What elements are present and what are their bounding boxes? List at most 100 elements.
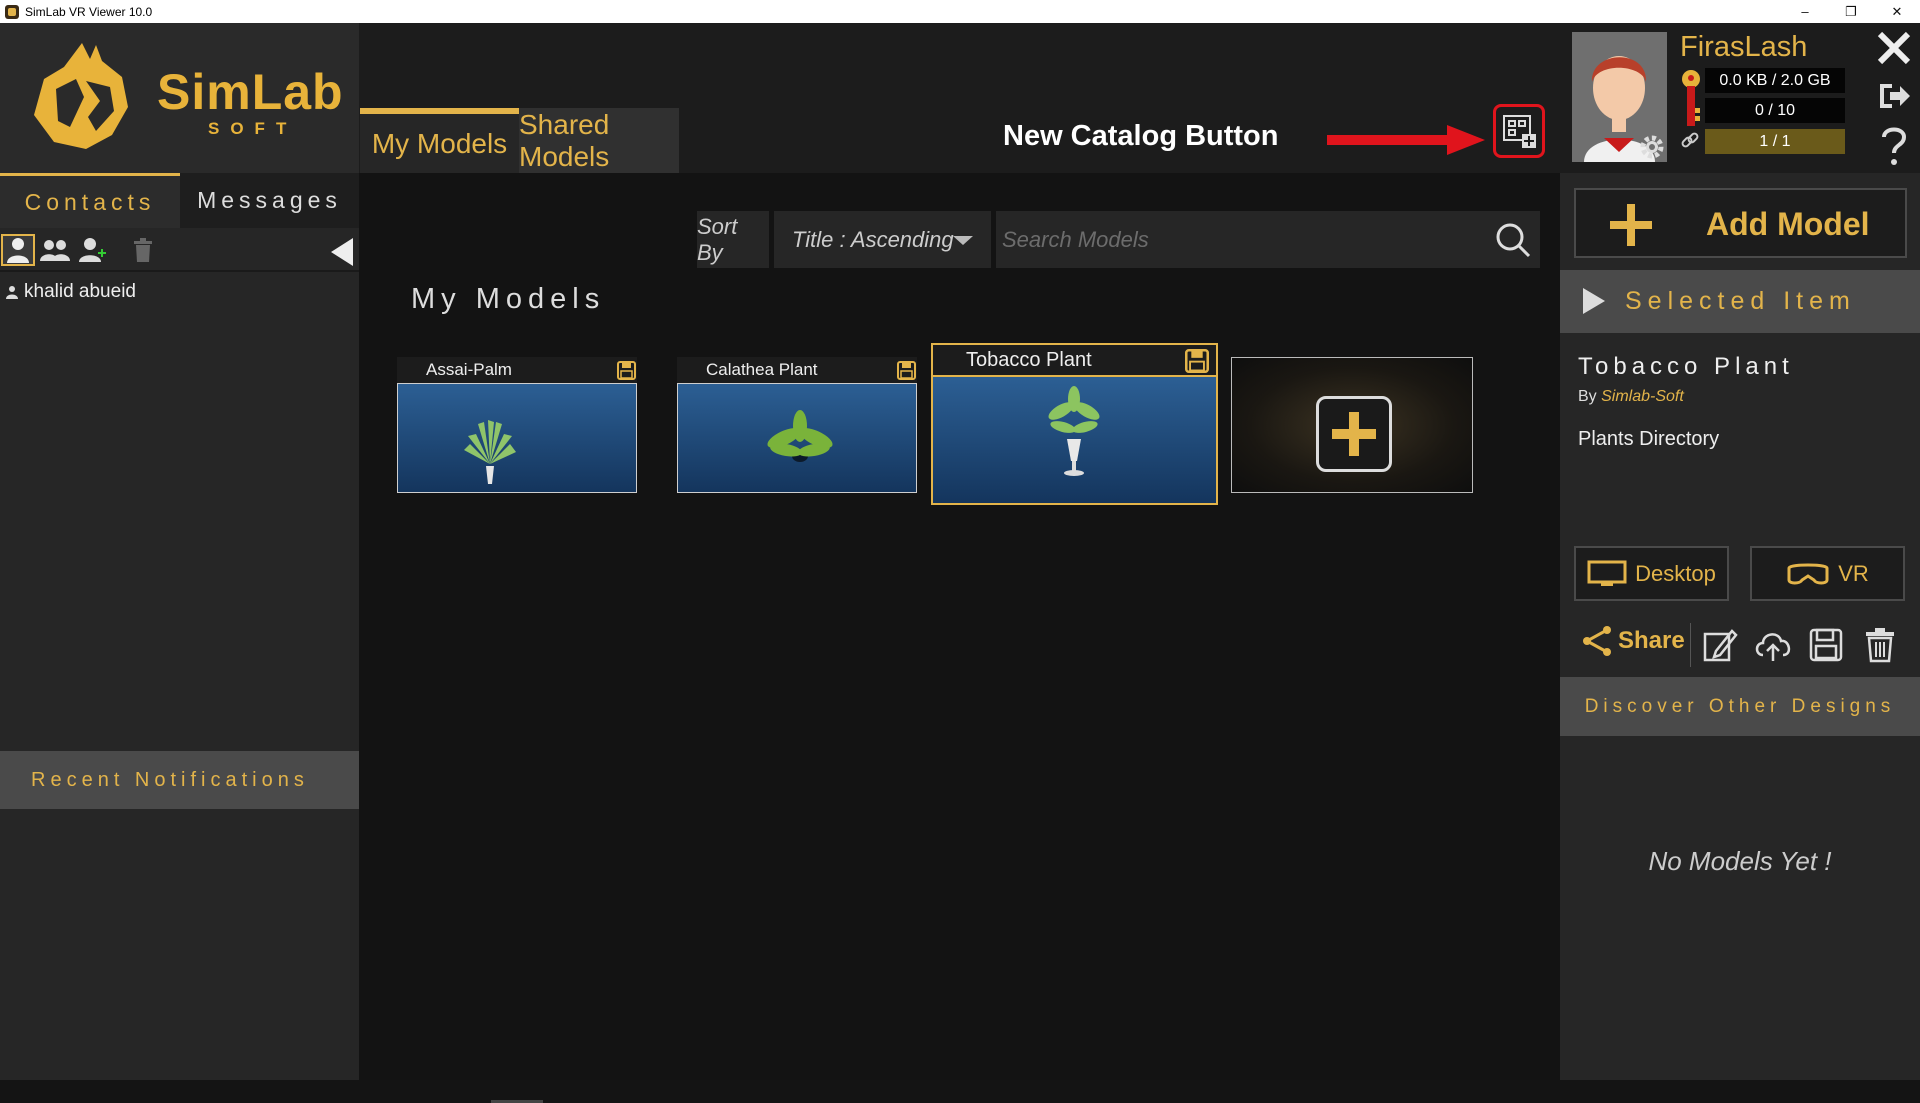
- vr-button[interactable]: VR: [1750, 546, 1905, 601]
- link-icon: [1681, 132, 1699, 148]
- share-icon: [1583, 626, 1611, 656]
- new-catalog-icon: [1503, 115, 1536, 148]
- window-titlebar: SimLab VR Viewer 10.0 – ❐ ✕: [0, 0, 1920, 23]
- selected-item-directory: Plants Directory: [1578, 428, 1720, 450]
- trash-icon: [1866, 628, 1894, 663]
- model-card-title: Assai-Palm: [397, 357, 637, 383]
- group-icon: [40, 240, 70, 261]
- new-catalog-button[interactable]: [1493, 104, 1545, 158]
- add-model-button[interactable]: Add Model: [1574, 188, 1907, 258]
- delete-contact-button[interactable]: [126, 234, 160, 266]
- simlab-logo: SimLab SOFT: [0, 23, 359, 173]
- model-card-title: Tobacco Plant: [931, 343, 1218, 375]
- restore-button[interactable]: ❐: [1828, 0, 1874, 23]
- add-contact-button[interactable]: [76, 234, 110, 266]
- model-thumbnail: [677, 383, 917, 493]
- logout-button[interactable]: [1867, 73, 1920, 119]
- model-thumbnail: [931, 375, 1218, 505]
- edit-icon: [1703, 629, 1738, 662]
- model-card[interactable]: Calathea Plant: [677, 357, 917, 493]
- selected-item-header[interactable]: Selected Item: [1560, 270, 1920, 333]
- single-user-button[interactable]: [1, 234, 35, 266]
- tab-contacts[interactable]: Contacts: [0, 173, 180, 228]
- share-label: Share: [1618, 627, 1685, 654]
- save-button[interactable]: [1806, 625, 1846, 665]
- close-icon: [1877, 31, 1910, 65]
- vr-headset-icon: [1787, 563, 1829, 584]
- tab-shared-models[interactable]: Shared Models: [519, 108, 679, 173]
- item-actions-bar: Share: [1560, 613, 1920, 673]
- annotation-label: New Catalog Button: [1003, 120, 1279, 152]
- sort-dropdown[interactable]: Title : Ascending: [774, 211, 991, 268]
- model-card-selected[interactable]: Tobacco Plant: [931, 343, 1218, 505]
- desktop-label: Desktop: [1635, 560, 1716, 586]
- chevron-down-icon: [953, 236, 973, 245]
- actions-divider: [1690, 623, 1691, 667]
- contacts-toolbar: [0, 228, 359, 272]
- model-card[interactable]: Assai-Palm: [397, 357, 637, 493]
- recent-notifications-header[interactable]: Recent Notifications: [0, 751, 359, 809]
- gear-icon[interactable]: [1637, 132, 1667, 162]
- plus-icon: [1610, 204, 1652, 246]
- help-button[interactable]: [1867, 121, 1920, 171]
- annotation-arrow-icon: [1327, 125, 1485, 155]
- contact-name: khalid abueid: [24, 281, 136, 302]
- license-count: 1 / 1: [1705, 129, 1845, 154]
- edit-button[interactable]: [1700, 625, 1740, 665]
- trash-icon: [134, 238, 152, 262]
- add-model-plus-button[interactable]: [1316, 396, 1392, 472]
- save-icon[interactable]: [897, 361, 916, 380]
- search-icon[interactable]: [1494, 221, 1532, 259]
- left-panel: SimLab SOFT Contacts Messages khalid abu…: [0, 23, 359, 1080]
- app-root: SimLab VR Viewer 10.0 – ❐ ✕ SimLab SOFT …: [0, 0, 1920, 1103]
- models-count: 0 / 10: [1705, 98, 1845, 123]
- plus-icon: [1332, 412, 1376, 456]
- desktop-button[interactable]: Desktop: [1574, 546, 1729, 601]
- contact-person-icon: [6, 286, 18, 299]
- logout-icon: [1879, 84, 1910, 108]
- upload-button[interactable]: [1753, 625, 1793, 665]
- single-user-icon: [7, 238, 29, 263]
- window-controls: – ❐ ✕: [1782, 0, 1920, 23]
- avatar[interactable]: [1572, 32, 1667, 162]
- search-bar: [996, 211, 1540, 268]
- right-panel: FirasLash 0.0 KB / 2.0 GB 0 / 10 1 / 1 A…: [1560, 23, 1920, 1080]
- save-icon[interactable]: [1185, 349, 1209, 373]
- main-content: My Models Shared Models New Catalog Butt…: [359, 23, 1560, 1103]
- by-prefix: By: [1578, 388, 1597, 405]
- tab-messages[interactable]: Messages: [180, 173, 359, 228]
- collapse-panel-arrow-icon[interactable]: [331, 238, 353, 266]
- palm-plant-image: [464, 420, 516, 484]
- delete-button[interactable]: [1860, 625, 1900, 665]
- storage-usage: 0.0 KB / 2.0 GB: [1705, 68, 1845, 93]
- dragon-logo-icon: [34, 43, 128, 149]
- close-panel-button[interactable]: [1867, 25, 1920, 71]
- add-model-label: Add Model: [1706, 206, 1870, 242]
- save-icon: [1809, 628, 1843, 662]
- model-card-title: Calathea Plant: [677, 357, 917, 383]
- tab-my-models[interactable]: My Models: [360, 108, 519, 173]
- cloud-upload-icon: [1755, 633, 1791, 661]
- brand-name: SimLab: [157, 64, 344, 120]
- sort-by-label: Sort By: [697, 211, 769, 268]
- desktop-monitor-icon: [1587, 560, 1627, 586]
- no-models-message: No Models Yet !: [1648, 846, 1832, 876]
- search-input[interactable]: [1002, 226, 1462, 253]
- selected-item-author[interactable]: Simlab-Soft: [1601, 388, 1684, 405]
- brand-subtitle: SOFT: [208, 119, 298, 138]
- key-icon: [1682, 70, 1700, 126]
- contact-item[interactable]: khalid abueid: [6, 281, 136, 303]
- play-icon: [1583, 288, 1605, 314]
- close-window-button[interactable]: ✕: [1874, 0, 1920, 23]
- username: FirasLash: [1680, 31, 1808, 63]
- help-icon: [1881, 127, 1906, 165]
- add-new-model-card[interactable]: [1231, 357, 1473, 493]
- group-button[interactable]: [38, 234, 72, 266]
- save-icon[interactable]: [617, 361, 636, 380]
- share-button[interactable]: Share: [1582, 625, 1685, 657]
- minimize-button[interactable]: –: [1782, 0, 1828, 23]
- discover-other-designs-header[interactable]: Discover Other Designs: [1560, 677, 1920, 736]
- window-title: SimLab VR Viewer 10.0: [25, 4, 153, 19]
- add-contact-icon: [79, 238, 106, 262]
- model-thumbnail: [397, 383, 637, 493]
